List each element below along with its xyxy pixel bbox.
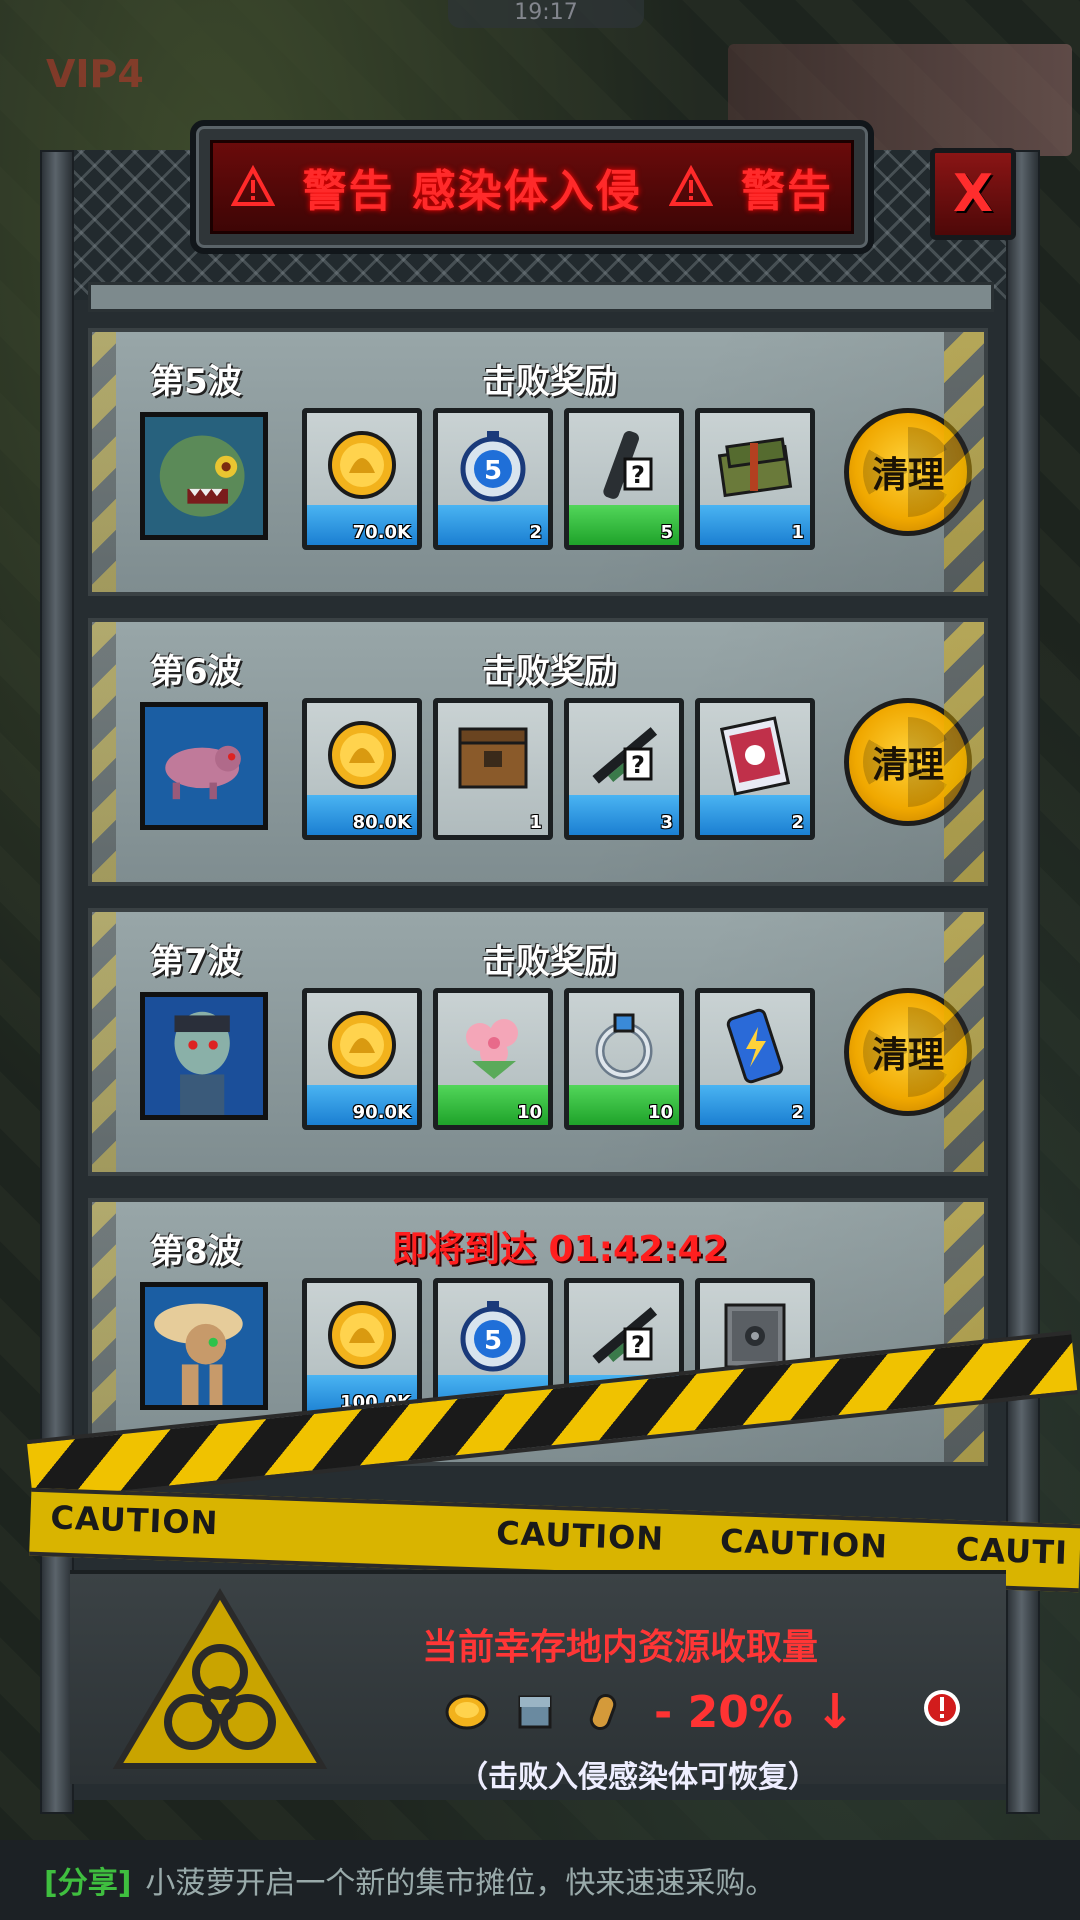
resource-penalty-panel: 当前幸存地内资源收取量 - 20% ↓ （击败入侵感染体可恢复）	[70, 1570, 1006, 1795]
mystery-rifle-icon: ?	[592, 727, 658, 784]
reward-item[interactable]: ? 3	[564, 698, 684, 840]
ticket-pack-icon	[719, 716, 791, 796]
gold-coin-icon	[328, 721, 396, 789]
mystery-rifle-icon: ?	[592, 1307, 658, 1364]
gold-coin-icon	[328, 431, 396, 499]
wave-card: 第5波 击败奖励 70.0K 5 2 ? 5 1 清理	[88, 328, 988, 596]
wooden-crate-icon	[458, 727, 528, 789]
reward-item[interactable]: 2	[695, 698, 815, 840]
warning-triangle-icon	[669, 164, 714, 209]
item-count: 5	[660, 522, 673, 543]
gold-coin-icon	[445, 1694, 489, 1730]
stopwatch-icon: 5	[460, 1301, 526, 1372]
caution-label: CAUTION	[495, 1513, 665, 1558]
item-count: 10	[516, 1102, 542, 1123]
reward-item[interactable]: 90.0K	[302, 988, 422, 1130]
reward-item[interactable]: 80.0K	[302, 698, 422, 840]
zombie-portrait	[140, 702, 268, 830]
warning-title: 警告 感染体入侵	[302, 166, 642, 217]
reward-item[interactable]: 10	[564, 988, 684, 1130]
item-count: 2	[529, 522, 542, 543]
biohazard-icon	[110, 1584, 330, 1774]
svg-text:?: ?	[631, 1331, 645, 1359]
wave-card: 第7波 击败奖励 90.0K 10 10 2 清理	[88, 908, 988, 1176]
reward-item[interactable]: 2	[695, 988, 815, 1130]
reward-item[interactable]: ? 5	[564, 408, 684, 550]
arrival-countdown: 即将到达 01:42:42	[392, 1229, 728, 1270]
reward-item[interactable]: 10	[433, 988, 553, 1130]
resource-row: - 20% ↓	[444, 1684, 855, 1740]
wave-title: 第7波	[150, 942, 242, 982]
svg-text:5: 5	[484, 1326, 502, 1356]
item-count: 2	[791, 812, 804, 833]
clear-button[interactable]: 清理	[844, 408, 972, 536]
ring-icon	[595, 1013, 653, 1080]
mystery-weapon-icon: ?	[603, 431, 653, 499]
item-count: 1	[529, 812, 542, 833]
left-pole	[40, 150, 74, 1814]
close-button[interactable]: X	[930, 148, 1016, 240]
svg-text:5: 5	[484, 456, 502, 486]
clock: 19:17	[448, 0, 644, 28]
down-arrow-icon: ↓	[814, 1684, 856, 1740]
caution-label: CAUTION	[49, 1498, 220, 1543]
energy-drink-icon	[726, 1008, 784, 1084]
item-count: 10	[647, 1102, 673, 1123]
supply-bundle-icon	[717, 437, 793, 498]
item-count: 3	[660, 812, 673, 833]
chat-bar[interactable]: [分享] 小菠萝开启一个新的集市摊位，快来速速采购。	[0, 1840, 1080, 1920]
item-count: 90.0K	[352, 1102, 411, 1123]
flower-bouquet-icon	[466, 1019, 518, 1079]
bullet-icon	[589, 1693, 617, 1731]
item-count: 2	[791, 1102, 804, 1123]
stone-block-icon	[518, 1695, 552, 1729]
zombie-portrait	[140, 1282, 268, 1410]
item-count: 70.0K	[352, 522, 411, 543]
resource-note: （击败入侵感染体可恢复）	[458, 1760, 818, 1795]
wave-title: 第8波	[150, 1232, 242, 1272]
caution-label: CAUTI	[955, 1530, 1069, 1572]
resource-title: 当前幸存地内资源收取量	[422, 1627, 819, 1668]
zombie-portrait	[140, 412, 268, 540]
zombie-portrait	[140, 992, 268, 1120]
warning-triangle-icon	[230, 164, 276, 209]
alert-icon[interactable]	[922, 1688, 962, 1728]
reward-item[interactable]: 5 2	[433, 408, 553, 550]
reward-title: 击败奖励	[482, 652, 618, 692]
top-rail	[88, 282, 994, 312]
resource-penalty: - 20%	[654, 1686, 793, 1738]
wave-card: 第6波 击败奖励 80.0K 1 ? 3 2 清理	[88, 618, 988, 886]
reward-item[interactable]: 1	[695, 408, 815, 550]
reward-item[interactable]: 1	[433, 698, 553, 840]
clear-label: 清理	[871, 455, 944, 496]
chat-tag: [分享]	[44, 1866, 132, 1901]
chat-message: 小菠萝开启一个新的集市摊位，快来速速采购。	[145, 1866, 776, 1901]
stopwatch-icon: 5	[460, 431, 526, 502]
svg-text:?: ?	[631, 751, 645, 779]
clear-button[interactable]: 清理	[844, 988, 972, 1116]
warning-banner: 警告 感染体入侵 警告	[190, 120, 874, 254]
svg-text:?: ?	[631, 461, 645, 489]
reward-item[interactable]: 100.0K	[302, 1278, 422, 1420]
reward-title: 击败奖励	[482, 362, 618, 402]
warning-side-text: 警告	[740, 166, 833, 217]
wave-title: 第6波	[150, 652, 242, 692]
vip-badge: VIP4	[46, 52, 144, 96]
gold-coin-icon	[328, 1301, 396, 1369]
reward-title: 击败奖励	[482, 942, 618, 982]
wave-title: 第5波	[150, 362, 242, 402]
clear-label: 清理	[871, 1035, 944, 1076]
item-count: 80.0K	[352, 812, 411, 833]
clear-button[interactable]: 清理	[844, 698, 972, 826]
reward-item[interactable]: 70.0K	[302, 408, 422, 550]
gold-coin-icon	[328, 1011, 396, 1079]
clear-label: 清理	[871, 745, 944, 786]
caution-label: CAUTION	[719, 1521, 889, 1566]
item-count: 1	[791, 522, 804, 543]
